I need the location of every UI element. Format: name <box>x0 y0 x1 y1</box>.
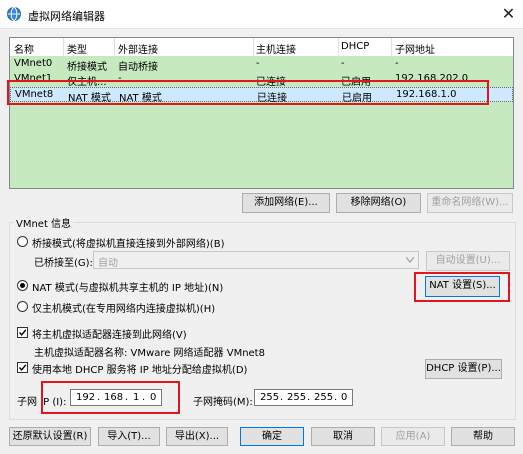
remove-network-button[interactable]: 移除网络(O) <box>336 193 421 213</box>
host-only-radio[interactable] <box>17 301 28 312</box>
cancel-button[interactable]: 取消 <box>311 427 375 446</box>
auto-settings-button[interactable]: 自动设置(U)... <box>426 251 510 271</box>
dhcp-settings-button[interactable]: DHCP 设置(P)... <box>425 359 502 379</box>
col-header-name[interactable]: 名称 <box>14 41 34 56</box>
network-globe-icon <box>7 7 21 21</box>
ok-button[interactable]: 确定 <box>240 427 304 446</box>
use-dhcp-label[interactable]: 使用本地 DHCP 服务将 IP 地址分配给虚拟机(D) <box>32 361 247 376</box>
chevron-down-icon <box>406 257 414 263</box>
bridge-mode-radio[interactable] <box>17 236 28 247</box>
connect-adapter-checkbox[interactable] <box>17 327 28 338</box>
mask-octet: 255 <box>287 392 307 403</box>
subnet-mask-field[interactable]: 255 . 255 . 255 . 0 <box>254 389 353 406</box>
vmnet-info-title: VMnet 信息 <box>14 215 74 230</box>
highlight-vmnet8-row <box>7 80 489 105</box>
cell-dhcp: - <box>341 58 345 69</box>
col-header-host[interactable]: 主机连接 <box>256 41 296 56</box>
adapter-name-text: 主机虚拟适配器名称: VMware 网络适配器 VMnet8 <box>34 348 265 359</box>
highlight-subnet-ip <box>41 381 180 414</box>
nat-mode-radio[interactable] <box>17 280 28 291</box>
apply-button[interactable]: 应用(A) <box>381 427 445 446</box>
nat-mode-label[interactable]: NAT 模式(与虚拟机共享主机的 IP 地址)(N) <box>32 279 223 294</box>
checkmark-icon <box>18 329 27 336</box>
mask-octet: 255 <box>314 392 334 403</box>
cell-subnet: - <box>395 58 399 69</box>
cell-external: 自动桥接 <box>118 62 158 73</box>
subnet-mask-label: 子网掩码(M): <box>193 397 253 408</box>
cell-type: 桥接模式 <box>67 62 107 73</box>
help-button[interactable]: 帮助 <box>451 427 515 446</box>
mask-octet: 255 <box>260 392 280 403</box>
connect-adapter-label[interactable]: 将主机虚拟适配器连接到此网络(V) <box>32 326 187 341</box>
col-header-dhcp[interactable]: DHCP <box>341 41 369 52</box>
col-header-external[interactable]: 外部连接 <box>118 41 158 56</box>
bridged-to-value: 自动 <box>98 258 118 269</box>
add-network-button[interactable]: 添加网络(E)... <box>242 193 330 213</box>
col-header-type[interactable]: 类型 <box>67 41 87 56</box>
table-header: 名称 类型 外部连接 主机连接 DHCP 子网地址 <box>10 38 513 56</box>
network-table: 名称 类型 外部连接 主机连接 DHCP 子网地址 VMnet0 桥接模式 自动… <box>9 37 514 189</box>
title-bar: 虚拟网络编辑器 ✕ <box>0 0 523 29</box>
highlight-nat-settings <box>414 272 510 302</box>
import-button[interactable]: 导入(T)... <box>98 427 160 446</box>
cell-name: VMnet0 <box>14 58 53 69</box>
window-title: 虚拟网络编辑器 <box>28 10 105 23</box>
host-only-label[interactable]: 仅主机模式(在专用网络内连接虚拟机)(H) <box>32 300 215 315</box>
cell-host: - <box>256 58 260 69</box>
close-icon: ✕ <box>501 4 516 23</box>
rename-network-button[interactable]: 重命名网络(W)... <box>427 193 513 213</box>
mask-octet: 0 <box>341 392 348 403</box>
table-row[interactable]: VMnet0 桥接模式 自动桥接 - - - <box>10 57 513 73</box>
close-button[interactable]: ✕ <box>494 0 523 28</box>
bridged-to-label: 已桥接至(G): <box>34 258 93 269</box>
checkmark-icon <box>18 364 27 371</box>
bridged-to-select[interactable]: 自动 <box>93 251 419 269</box>
col-header-subnet[interactable]: 子网地址 <box>395 41 435 56</box>
export-button[interactable]: 导出(X)... <box>166 427 228 446</box>
bridge-mode-label[interactable]: 桥接模式(将虚拟机直接连接到外部网络)(B) <box>32 235 224 250</box>
restore-defaults-button[interactable]: 还原默认设置(R) <box>9 427 91 446</box>
use-dhcp-checkbox[interactable] <box>17 362 28 373</box>
